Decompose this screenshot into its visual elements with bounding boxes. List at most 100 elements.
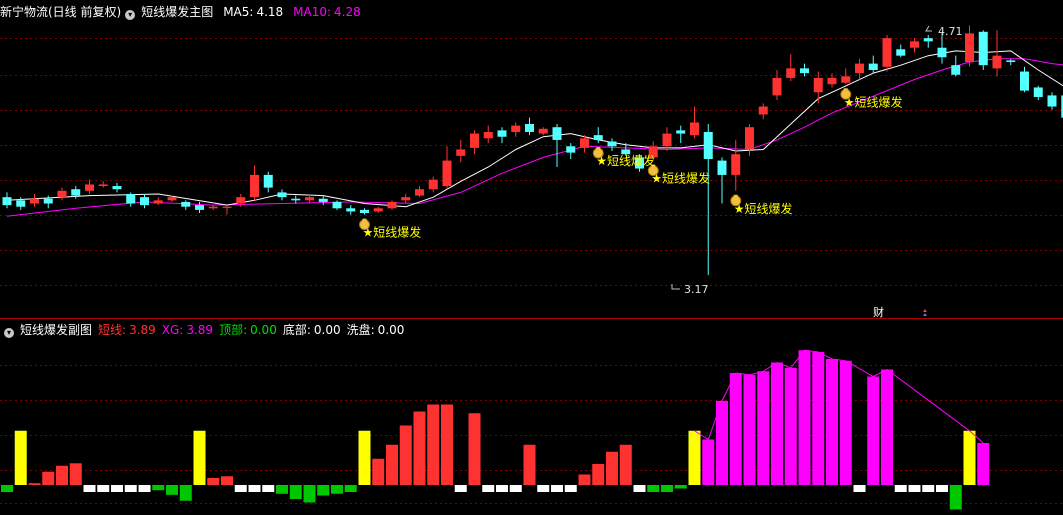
bottom-label: 底部: — [282, 323, 311, 337]
candle[interactable] — [690, 106, 699, 139]
candle[interactable] — [703, 124, 713, 276]
candle[interactable] — [291, 195, 301, 204]
candle[interactable] — [676, 125, 686, 144]
candle[interactable] — [951, 55, 961, 77]
candle[interactable] — [181, 200, 191, 210]
signal-label: ★短线爆发 — [596, 153, 655, 168]
candle[interactable] — [263, 171, 273, 193]
candle-body — [250, 174, 259, 198]
candle[interactable] — [250, 165, 259, 201]
candle[interactable] — [360, 208, 369, 215]
sub-chart-header: ▾ 短线爆发副图 短线: 3.89 XG: 3.89 顶部: 0.00 底部: 0.00 洗盘: 0.… — [0, 320, 410, 340]
indicator-bar — [647, 485, 660, 492]
chevron-down-icon[interactable]: ▾ — [4, 328, 14, 338]
candle[interactable] — [1033, 85, 1043, 101]
candle[interactable] — [195, 201, 204, 214]
candle[interactable] — [607, 138, 617, 152]
candle[interactable] — [373, 206, 383, 214]
main-chart-header: 新宁物流(日线 前复权) ▾ 短线爆发主图 MA5: 4.18 MA10: 4.28 — [0, 2, 367, 22]
candle-body — [291, 198, 301, 201]
candle[interactable] — [923, 34, 933, 48]
candle[interactable] — [415, 186, 424, 198]
candle[interactable] — [1020, 66, 1029, 93]
indicator-bar — [69, 463, 82, 485]
candle[interactable] — [470, 130, 479, 155]
ma10-label: MA10: — [293, 5, 332, 19]
candle[interactable] — [813, 71, 823, 104]
candle[interactable] — [786, 54, 796, 82]
candle[interactable] — [855, 58, 864, 80]
candle[interactable] — [483, 125, 493, 144]
candle[interactable] — [85, 179, 94, 194]
candle[interactable] — [965, 25, 974, 67]
candle-body — [497, 130, 507, 137]
candle[interactable] — [841, 68, 851, 85]
candle-body — [16, 200, 26, 207]
candle-body — [236, 197, 246, 204]
candle[interactable] — [442, 146, 452, 190]
chevron-down-icon[interactable]: ▾ — [125, 10, 136, 20]
candle[interactable] — [511, 122, 521, 137]
candle-body — [222, 206, 232, 208]
candle[interactable] — [538, 127, 548, 136]
candle[interactable] — [1006, 58, 1016, 66]
candle-body — [910, 41, 919, 48]
sub-indicator-name[interactable]: 短线爆发副图 — [20, 323, 92, 337]
finance-marker[interactable]: 财 — [873, 305, 884, 319]
candle[interactable] — [992, 30, 1002, 77]
candle[interactable] — [800, 63, 809, 77]
candle[interactable] — [318, 195, 328, 206]
candle[interactable] — [57, 187, 67, 201]
candle[interactable] — [112, 182, 122, 193]
indicator-bar — [234, 485, 247, 492]
candle[interactable] — [525, 117, 534, 136]
indicator-bar — [179, 485, 192, 501]
candle[interactable] — [566, 143, 576, 159]
candle[interactable] — [456, 139, 466, 163]
candle[interactable] — [978, 30, 988, 70]
candle[interactable] — [387, 200, 397, 210]
candle[interactable] — [868, 55, 878, 74]
candle[interactable] — [1047, 92, 1057, 110]
candle[interactable] — [208, 205, 218, 210]
indicator-bar — [606, 451, 618, 485]
indicator-bar — [523, 444, 536, 485]
candle[interactable] — [277, 189, 287, 201]
candle[interactable] — [2, 192, 12, 209]
candle[interactable] — [731, 139, 741, 191]
indicator-bar — [908, 485, 921, 492]
candle-body — [965, 33, 974, 63]
indicator-bar — [207, 478, 220, 485]
candle[interactable] — [30, 193, 39, 207]
candle[interactable] — [126, 192, 136, 207]
event-marker-icon[interactable] — [923, 309, 927, 316]
candle[interactable] — [222, 205, 232, 215]
xg-label: XG: — [161, 323, 184, 337]
candle-body — [181, 201, 191, 207]
signal-label: ★短线爆发 — [363, 225, 422, 240]
candle[interactable] — [896, 44, 906, 58]
candle[interactable] — [98, 181, 108, 188]
grid-lines — [0, 38, 1063, 504]
candle-body — [277, 192, 287, 198]
candle[interactable] — [497, 127, 507, 144]
top-label: 顶部: — [219, 323, 248, 337]
candle[interactable] — [745, 124, 754, 156]
candle[interactable] — [153, 197, 163, 206]
candle[interactable] — [772, 69, 782, 101]
candle-body — [758, 106, 768, 115]
candle-body — [415, 189, 424, 196]
stock-title[interactable]: 新宁物流(日线 前复权) — [0, 5, 121, 19]
candle-body — [552, 127, 562, 140]
candle[interactable] — [140, 193, 149, 209]
candle[interactable] — [882, 34, 892, 72]
candle[interactable] — [910, 38, 919, 53]
candle[interactable] — [346, 205, 356, 215]
candle[interactable] — [428, 176, 438, 193]
indicator-bar — [303, 485, 316, 503]
main-indicator-name[interactable]: 短线爆发主图 — [141, 5, 213, 19]
indicator-bar — [372, 458, 385, 485]
candle-body — [992, 55, 1002, 69]
candle[interactable] — [401, 193, 411, 204]
candle[interactable] — [758, 103, 768, 120]
